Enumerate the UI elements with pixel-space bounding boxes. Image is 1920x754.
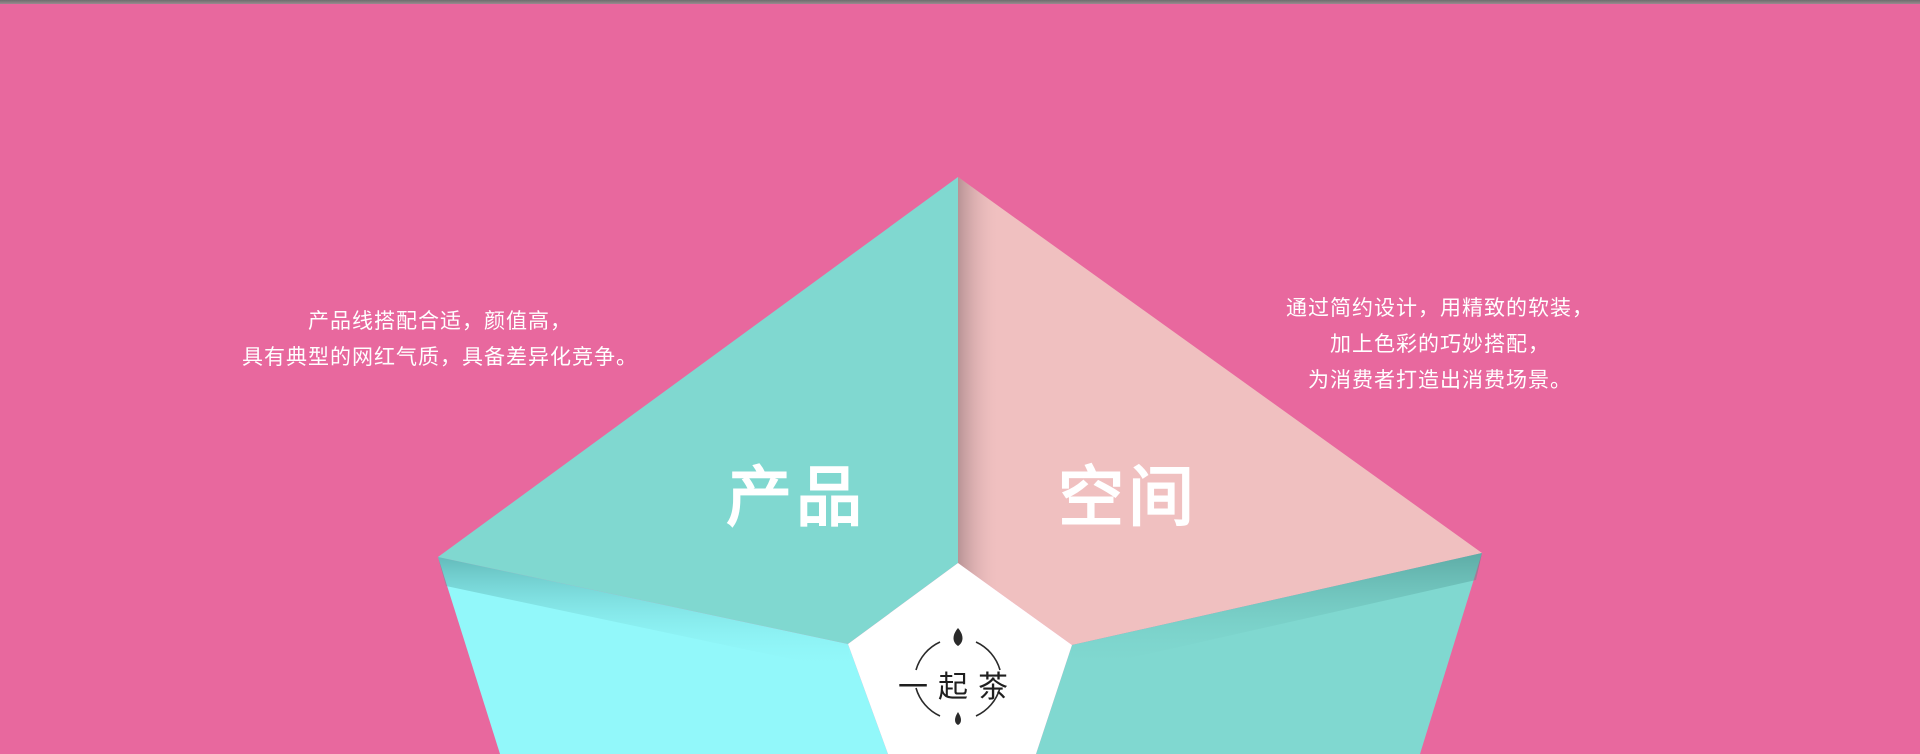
product-description-line-1: 产品线搭配合适，颜值高， [308,309,572,333]
space-description: 通过简约设计，用精致的软装， 加上色彩的巧妙搭配， 为消费者打造出消费场景。 [1240,290,1640,398]
product-description-line-2: 具有典型的网红气质，具备差异化竞争。 [242,345,638,369]
segment-space-label: 空间 [1058,459,1198,536]
product-description: 产品线搭配合适，颜值高， 具有典型的网红气质，具备差异化竞争。 [200,303,680,375]
page-canvas: 产品线搭配合适，颜值高， 具有典型的网红气质，具备差异化竞争。 通过简约设计，用… [0,0,1920,754]
segment-space-fold-shadow [958,177,1000,595]
brand-logo-text: 一起茶 [898,670,1018,705]
segment-product-label: 产品 [726,459,866,536]
space-description-line-3: 为消费者打造出消费场景。 [1308,368,1572,392]
space-description-line-2: 加上色彩的巧妙搭配， [1330,332,1550,356]
space-description-line-1: 通过简约设计，用精致的软装， [1286,296,1594,320]
brand-logo: 一起茶 [894,622,1022,730]
